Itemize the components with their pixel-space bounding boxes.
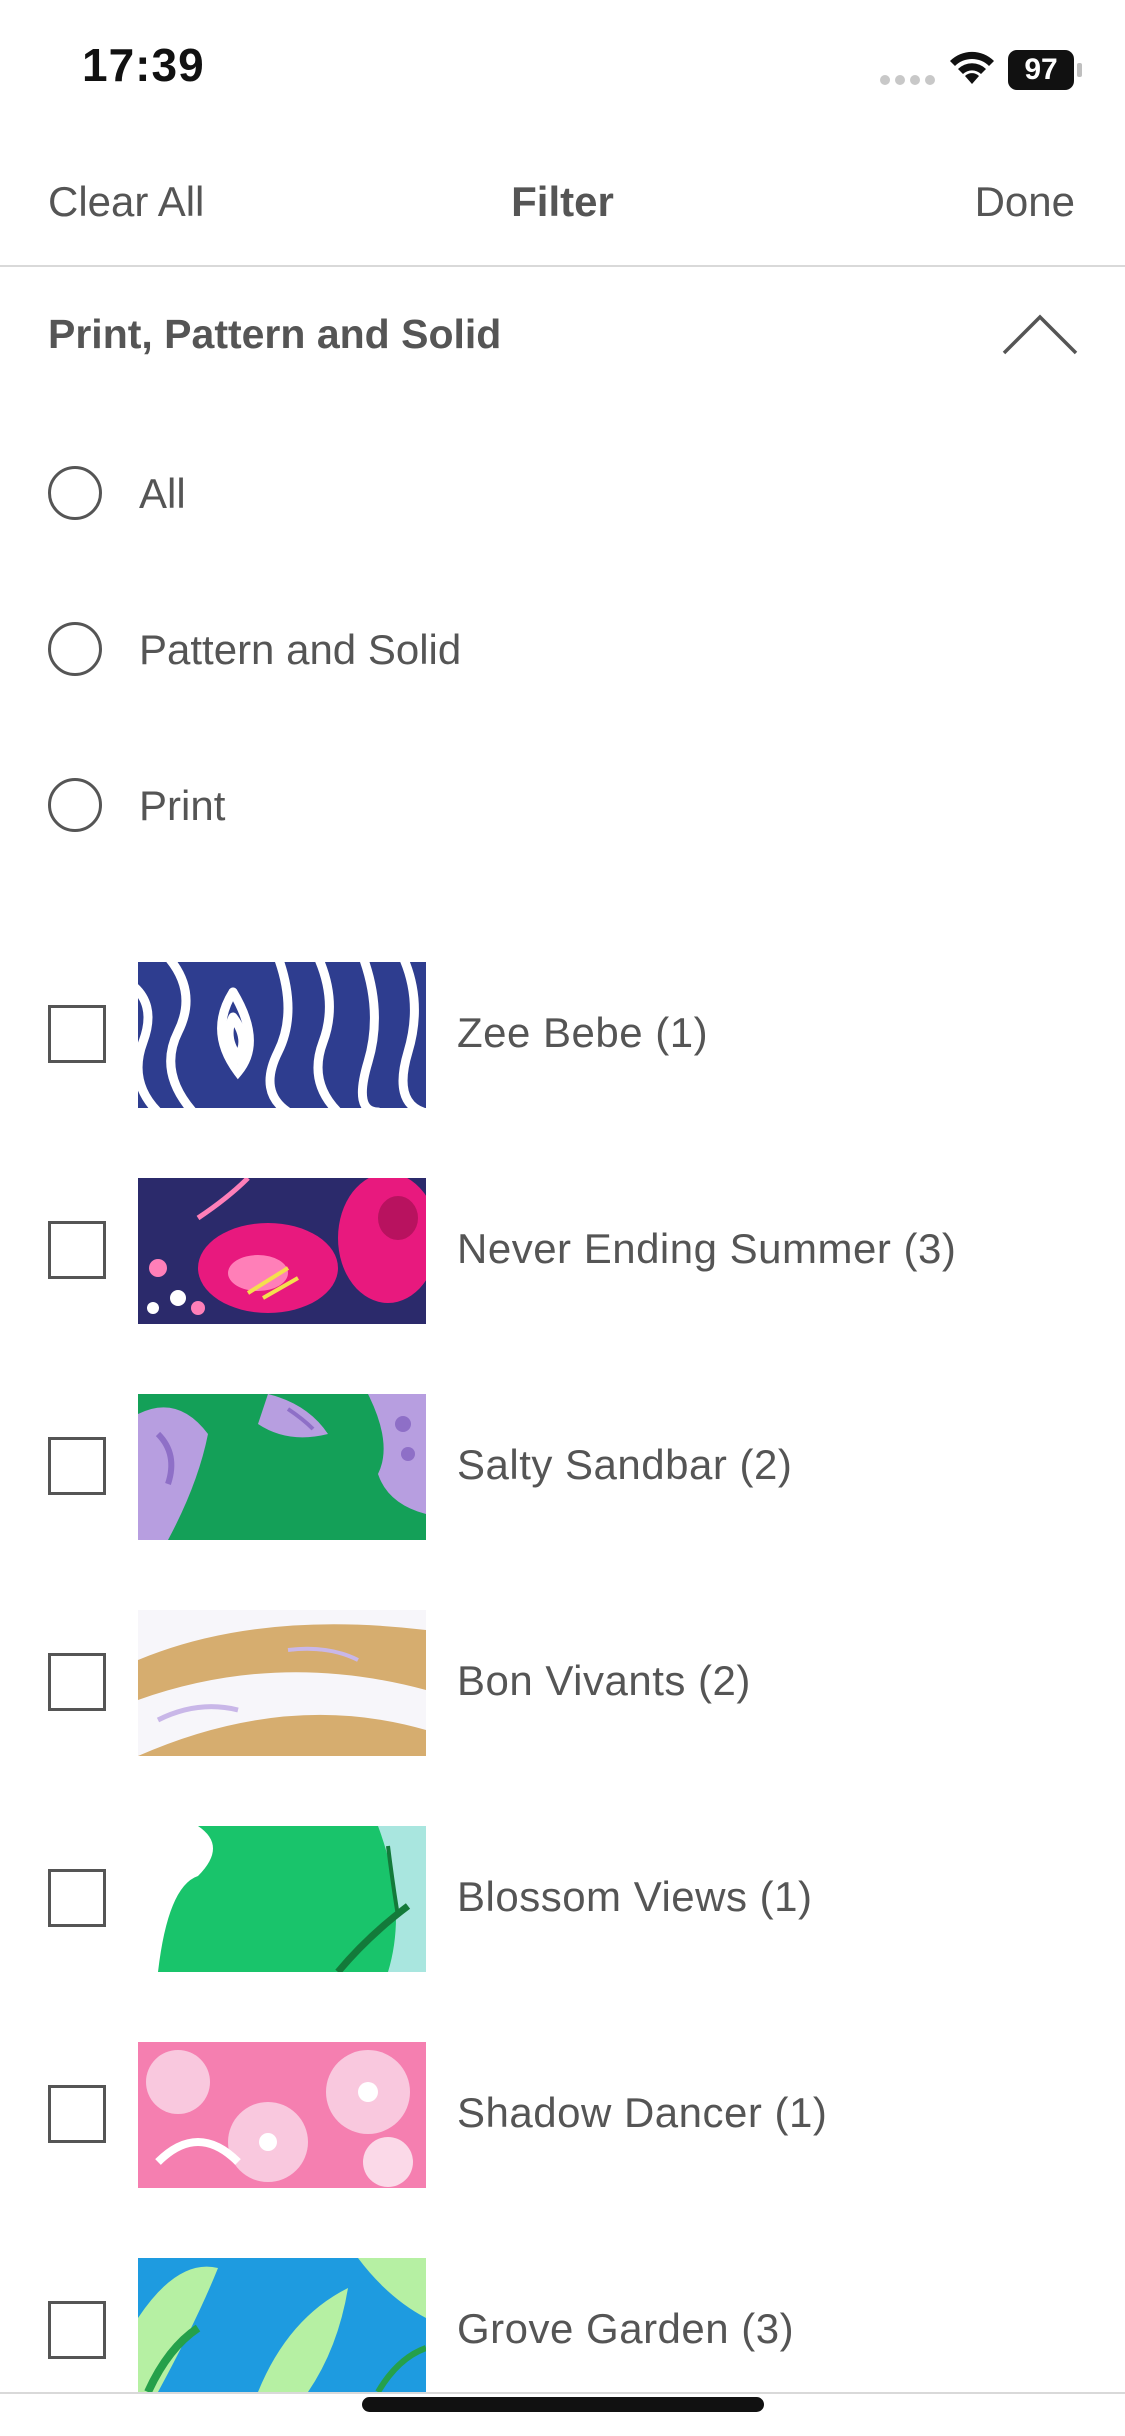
checkbox[interactable] [48,1653,106,1711]
done-button[interactable]: Done [975,178,1075,226]
print-swatch [138,962,426,1108]
print-option-blossom-views[interactable]: Blossom Views (1) [0,1826,1125,1972]
checkbox[interactable] [48,1005,106,1063]
radio-button[interactable] [48,778,102,832]
clear-all-button[interactable]: Clear All [48,178,204,226]
filter-header: Clear All Filter Done [0,140,1125,267]
print-swatch [138,2258,426,2392]
radio-label: All [139,470,186,517]
print-swatch [138,1826,426,1972]
print-label: Never Ending Summer (3) [457,1225,957,1272]
print-option-bon-vivants[interactable]: Bon Vivants (2) [0,1610,1125,1756]
print-label: Bon Vivants (2) [457,1657,751,1704]
print-swatch [138,2042,426,2188]
radio-button[interactable] [48,466,102,520]
print-label: Shadow Dancer (1) [457,2089,828,2136]
wifi-icon [950,51,994,84]
print-label: Salty Sandbar (2) [457,1441,793,1488]
print-label: Blossom Views (1) [457,1873,813,1920]
print-option-shadow-dancer[interactable]: Shadow Dancer (1) [0,2042,1125,2188]
signal-icon [880,75,935,85]
radio-option-pattern-and-solid[interactable]: Pattern and Solid [0,592,1125,712]
checkbox[interactable] [48,2301,106,2359]
chevron-up-icon [1002,314,1078,355]
radio-option-all[interactable]: All [0,436,1125,556]
checkbox[interactable] [48,2085,106,2143]
radio-option-print[interactable]: Print [0,748,1125,868]
print-option-grove-garden[interactable]: Grove Garden (3) [0,2258,1125,2404]
status-time: 17:39 [82,39,205,91]
print-label: Zee Bebe (1) [457,1009,709,1056]
checkbox[interactable] [48,1221,106,1279]
print-swatch [138,1610,426,1756]
bottom-divider [0,2392,1125,2394]
filter-screen: 17:39 97 Clear All Filter Done Print, Pa… [0,0,1125,2436]
print-swatch [138,1178,426,1324]
print-option-salty-sandbar[interactable]: Salty Sandbar (2) [0,1394,1125,1540]
print-option-zee-bebe[interactable]: Zee Bebe (1) [0,962,1125,1108]
print-swatch [138,1394,426,1540]
print-pattern-section-toggle[interactable]: Print, Pattern and Solid [0,267,1125,407]
home-indicator[interactable] [362,2397,764,2412]
section-title: Print, Pattern and Solid [48,311,502,357]
checkbox[interactable] [48,1437,106,1495]
radio-button[interactable] [48,622,102,676]
print-option-never-ending-summer[interactable]: Never Ending Summer (3) [0,1178,1125,1324]
battery-level: 97 [1024,53,1058,86]
radio-label: Print [139,782,226,829]
status-bar: 17:39 97 [0,0,1125,140]
print-label: Grove Garden (3) [457,2305,795,2352]
radio-label: Pattern and Solid [139,626,462,673]
checkbox[interactable] [48,1869,106,1927]
